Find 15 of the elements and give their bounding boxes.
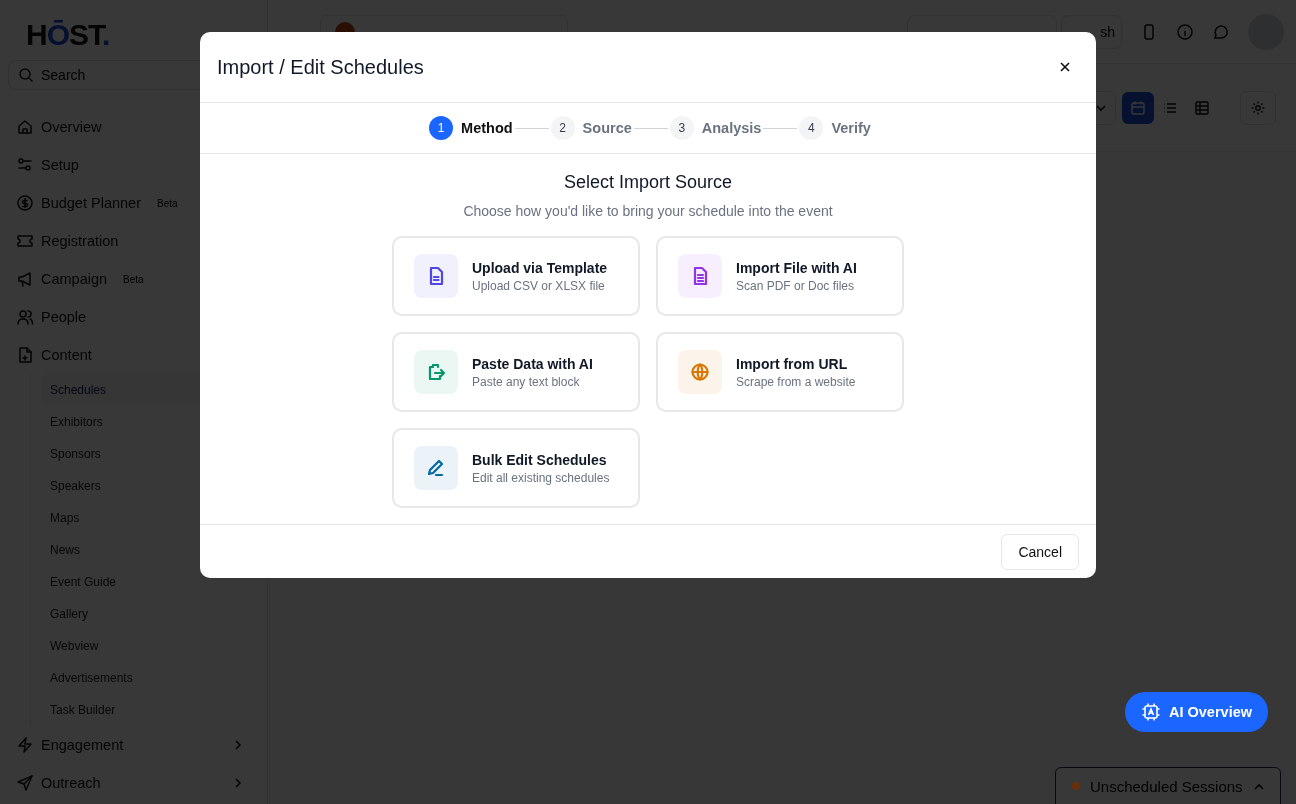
import-option-card[interactable]: Bulk Edit Schedules Edit all existing schedules — [392, 428, 640, 508]
unscheduled-panel[interactable]: Unscheduled Sessions — [1055, 767, 1281, 804]
section-subheading: Choose how you'd like to bring your schedule into the event — [463, 203, 833, 219]
panel-title: Unscheduled Sessions — [1090, 778, 1243, 795]
import-option-card[interactable]: Upload via Template Upload CSV or XLSX file — [392, 236, 640, 316]
import-option-card[interactable]: Paste Data with AI Paste any text block — [392, 332, 640, 412]
ai-overview-button[interactable]: AI Overview — [1125, 692, 1268, 732]
cancel-button[interactable]: Cancel — [1001, 533, 1079, 570]
step: 4 Verify — [799, 116, 871, 140]
step: 2 Source — [550, 116, 632, 140]
step: 3 Analysis — [669, 116, 762, 140]
section-heading: Select Import Source — [563, 172, 733, 193]
import-option-card[interactable]: Import File with AI Scan PDF or Doc files — [656, 236, 904, 316]
step: 1 Method — [429, 116, 513, 140]
import-option-card[interactable]: Import from URL Scrape from a website — [656, 332, 904, 412]
